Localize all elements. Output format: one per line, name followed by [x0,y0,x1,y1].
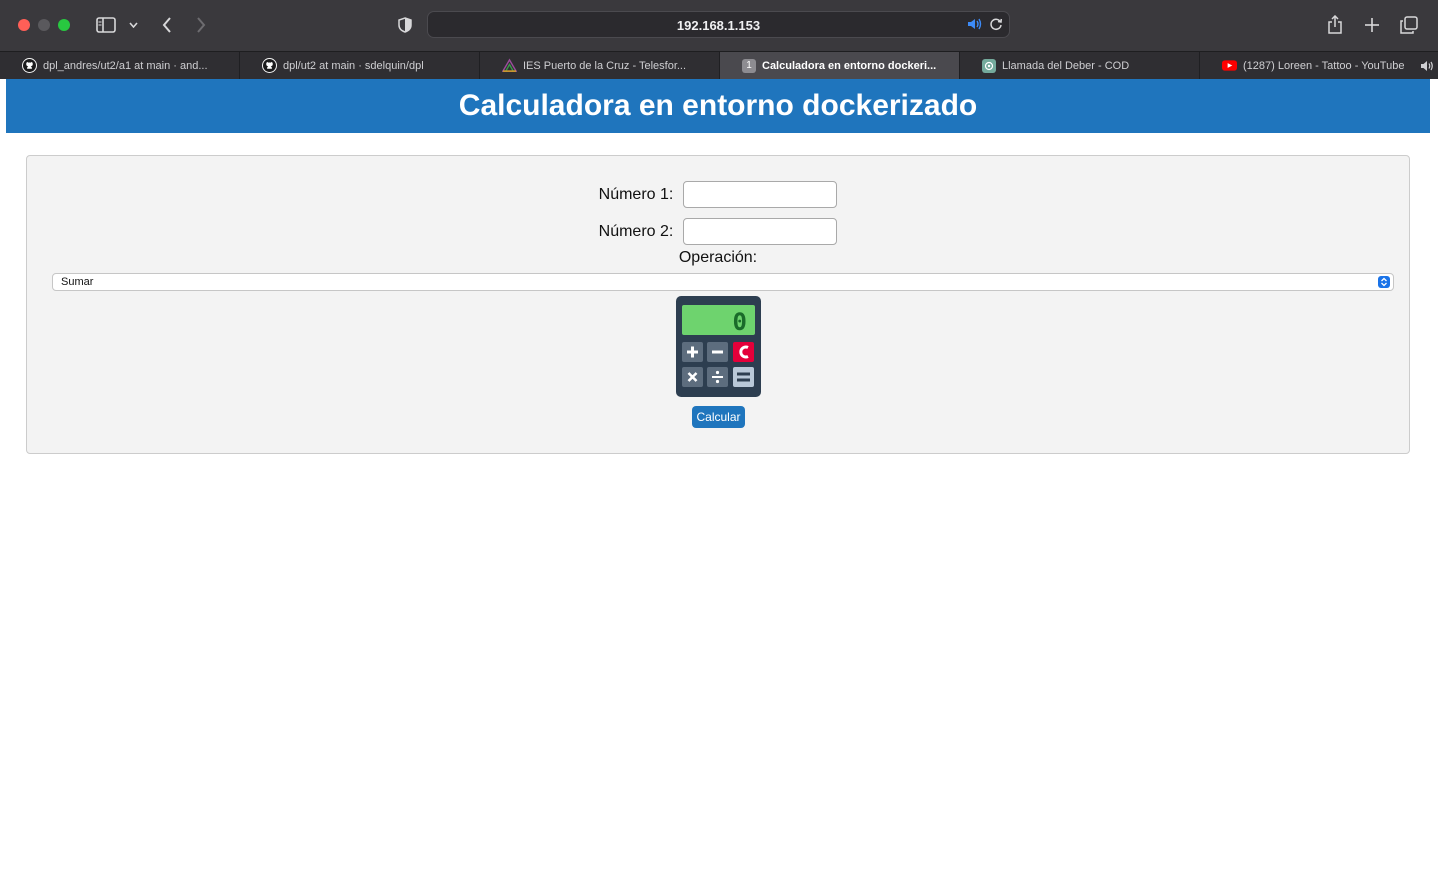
number1-input[interactable] [683,181,838,208]
chatgpt-icon [982,58,996,73]
tab-number-icon: 1 [742,58,756,73]
forward-arrow-icon[interactable] [190,12,212,38]
number1-label: Número 1: [598,185,674,203]
tab-label: dpl_andres/ut2/a1 at main · and... [43,59,208,72]
tab-calculadora[interactable]: 1 Calculadora en entorno dockeri... [720,52,960,79]
url-text: 192.168.1.153 [676,18,761,33]
privacy-shield-icon[interactable] [395,12,415,38]
reload-icon[interactable] [989,17,1003,36]
tab-github-sdelquin[interactable]: dpl/ut2 at main · sdelquin/dpl [240,52,480,79]
calculator-form: Número 1: Número 2: Operación: Sumar 0 C… [26,155,1410,454]
tab-label: Calculadora en entorno dockeri... [762,59,937,72]
tab-label: (1287) Loreen - Tattoo - YouTube [1243,59,1405,72]
page-title: Calculadora en entorno dockerizado [458,89,978,122]
minimize-window-button[interactable] [38,19,50,31]
tab-bar: dpl_andres/ut2/a1 at main · and... dpl/u… [0,51,1438,79]
share-icon[interactable] [1324,12,1346,38]
school-icon [502,58,517,73]
browser-toolbar: 192.168.1.153 [0,0,1438,51]
select-arrows-icon [1378,276,1390,288]
address-bar[interactable]: 192.168.1.153 [427,11,1010,38]
tab-llamada-deber[interactable]: Llamada del Deber - COD [960,52,1200,79]
calculator-icon: 0 [676,296,761,402]
audio-playing-icon[interactable] [1420,60,1434,75]
tab-label: dpl/ut2 at main · sdelquin/dpl [283,59,424,72]
chevron-down-icon[interactable] [126,12,140,38]
github-icon [262,58,277,73]
github-icon [22,58,37,73]
operation-row: Operación: [27,249,1409,267]
speaker-icon[interactable] [967,17,983,36]
tab-ies-puerto[interactable]: IES Puerto de la Cruz - Telesfor... [480,52,720,79]
operation-selected-value: Sumar [61,276,94,288]
page-header: Calculadora en entorno dockerizado [6,79,1430,133]
operation-label: Operación: [678,249,758,266]
sidebar-toggle-icon[interactable] [94,12,118,38]
tab-label: IES Puerto de la Cruz - Telesfor... [523,59,687,72]
calcular-button[interactable]: Calcular [692,406,745,428]
close-window-button[interactable] [18,19,30,31]
calculator-display-value: 0 [733,308,747,336]
youtube-icon [1222,58,1237,73]
number2-row: Número 2: [27,218,1409,245]
number2-label: Número 2: [598,222,674,240]
maximize-window-button[interactable] [58,19,70,31]
number2-input[interactable] [683,218,838,245]
tab-github-andres[interactable]: dpl_andres/ut2/a1 at main · and... [0,52,240,79]
tab-overview-icon[interactable] [1398,12,1420,38]
tab-youtube[interactable]: (1287) Loreen - Tattoo - YouTube [1200,52,1438,79]
new-tab-icon[interactable] [1361,12,1383,38]
back-arrow-icon[interactable] [156,12,178,38]
operation-select[interactable]: Sumar [52,273,1394,291]
number1-row: Número 1: [27,181,1409,208]
tab-label: Llamada del Deber - COD [1002,59,1130,72]
